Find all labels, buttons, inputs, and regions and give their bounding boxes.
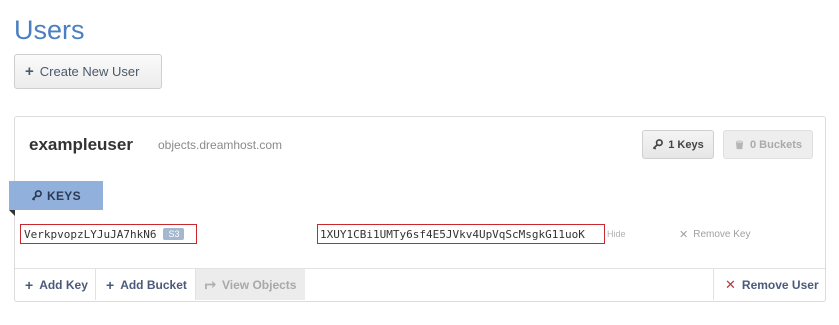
key-icon bbox=[31, 190, 42, 201]
user-card: exampleuser objects.dreamhost.com 1 Keys… bbox=[9, 116, 826, 302]
keys-count-label: 1 Keys bbox=[668, 138, 704, 151]
users-page: Users + Create New User exampleuser obje… bbox=[0, 0, 839, 325]
footer-spacer bbox=[305, 269, 713, 301]
keys-count-button[interactable]: 1 Keys bbox=[642, 130, 714, 159]
secret-key: 1XUY1CBi1UMTy6sf4E5JVkv4UpVqScMsgkG11uoK bbox=[317, 224, 605, 244]
share-arrow-icon bbox=[204, 279, 217, 290]
card-footer: + Add Key + Add Bucket View Objects ✕ Re… bbox=[15, 268, 825, 301]
add-bucket-button[interactable]: + Add Bucket bbox=[96, 269, 196, 300]
tab-fold-decoration bbox=[9, 210, 15, 216]
create-new-user-label: Create New User bbox=[39, 64, 140, 79]
plus-icon: + bbox=[106, 276, 115, 293]
view-objects-button[interactable]: View Objects bbox=[196, 269, 305, 300]
remove-key-label: Remove Key bbox=[693, 229, 751, 240]
remove-user-button[interactable]: ✕ Remove User bbox=[713, 269, 825, 300]
add-key-label: Add Key bbox=[39, 277, 88, 292]
plus-icon: + bbox=[25, 276, 34, 293]
key-icon bbox=[652, 139, 664, 150]
bucket-icon bbox=[734, 139, 745, 150]
add-bucket-label: Add Bucket bbox=[120, 277, 187, 292]
view-objects-label: View Objects bbox=[222, 277, 297, 292]
user-host: objects.dreamhost.com bbox=[158, 138, 283, 152]
user-name: exampleuser bbox=[29, 135, 133, 154]
create-new-user-button[interactable]: + Create New User bbox=[14, 54, 162, 89]
page-title: Users bbox=[14, 15, 85, 45]
remove-user-label: Remove User bbox=[741, 277, 819, 292]
buckets-count-button[interactable]: 0 Buckets bbox=[723, 130, 813, 159]
keys-tab-label: KEYS bbox=[47, 188, 81, 203]
add-key-button[interactable]: + Add Key bbox=[15, 269, 96, 300]
access-key-value: VerkpvopzLYJuJA7hkN6 bbox=[24, 227, 157, 241]
close-icon: ✕ bbox=[725, 276, 736, 292]
buckets-count-label: 0 Buckets bbox=[750, 138, 802, 151]
remove-key-link[interactable]: ✕ Remove Key bbox=[679, 228, 750, 241]
keys-tab[interactable]: KEYS bbox=[9, 181, 103, 210]
close-icon: ✕ bbox=[679, 229, 689, 241]
plus-icon: + bbox=[25, 63, 34, 80]
access-key: VerkpvopzLYJuJA7hkN6 S3 bbox=[20, 224, 197, 244]
secret-key-value: 1XUY1CBi1UMTy6sf4E5JVkv4UpVqScMsgkG11uoK bbox=[320, 227, 585, 241]
s3-badge: S3 bbox=[163, 228, 185, 240]
hide-secret-link[interactable]: Hide bbox=[607, 229, 626, 239]
